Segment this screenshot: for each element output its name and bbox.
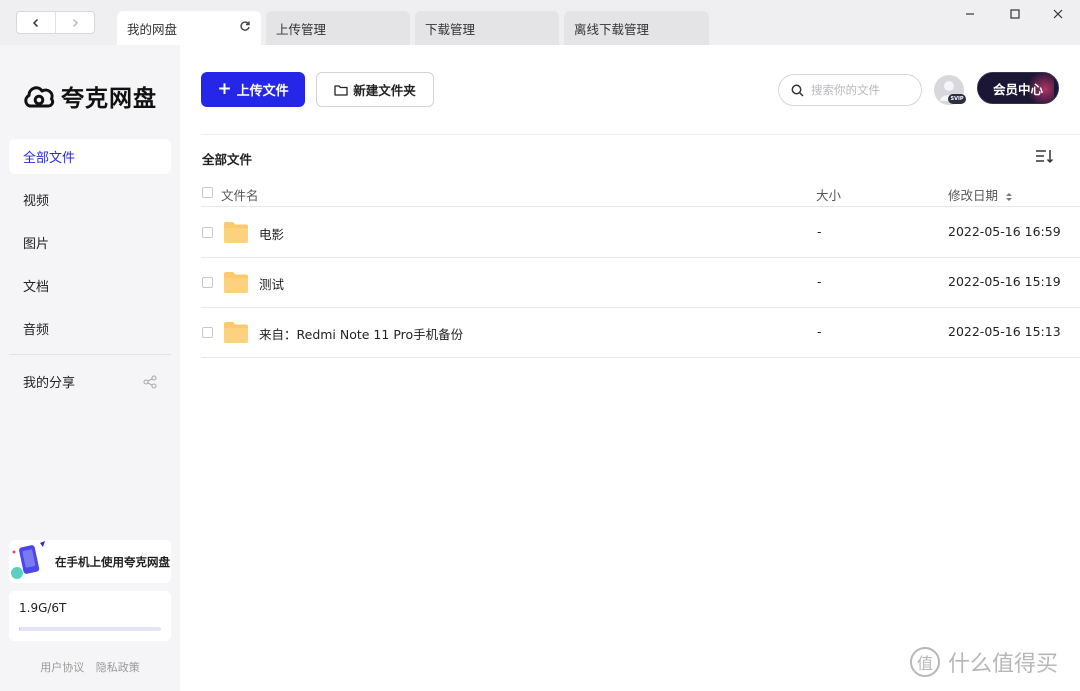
- minimize-button[interactable]: [956, 4, 984, 24]
- close-icon: [1053, 9, 1063, 19]
- sidebar-item-images[interactable]: 图片: [9, 225, 171, 260]
- file-name[interactable]: 电影: [259, 224, 284, 243]
- file-date: 2022-05-16 15:19: [948, 274, 1061, 289]
- maximize-button[interactable]: [1001, 4, 1029, 24]
- column-date-header[interactable]: 修改日期: [948, 185, 1013, 204]
- search-icon: [791, 84, 804, 97]
- folder-outline-icon: [334, 84, 348, 96]
- refresh-icon[interactable]: [239, 20, 251, 32]
- upload-label: 上传文件: [236, 84, 289, 99]
- file-name[interactable]: 来自：Redmi Note 11 Pro手机备份: [259, 324, 463, 343]
- sort-toggle-icon: [1006, 192, 1012, 201]
- upload-file-button[interactable]: + 上传文件: [201, 72, 305, 107]
- tab-upload-manager[interactable]: 上传管理: [266, 11, 410, 45]
- storage-usage[interactable]: 1.9G/6T: [9, 591, 171, 641]
- table-header: 文件名 大小 修改日期: [201, 178, 1080, 207]
- new-folder-label: 新建文件夹: [353, 83, 416, 98]
- member-center-button[interactable]: 会员中心: [977, 72, 1059, 104]
- avatar[interactable]: SVIP: [934, 75, 966, 105]
- svip-badge: SVIP: [948, 94, 966, 104]
- maximize-icon: [1010, 9, 1020, 19]
- sidebar-item-videos[interactable]: 视频: [9, 182, 171, 217]
- tab-label: 上传管理: [276, 21, 327, 37]
- file-date: 2022-05-16 15:13: [948, 324, 1061, 339]
- tab-download-manager[interactable]: 下载管理: [415, 11, 559, 45]
- folder-icon: [224, 222, 248, 243]
- close-button[interactable]: [1044, 4, 1072, 24]
- storage-progress-fill: [19, 627, 21, 631]
- row-checkbox[interactable]: [202, 327, 213, 338]
- row-checkbox[interactable]: [202, 227, 213, 238]
- privacy-policy-link[interactable]: 隐私政策: [96, 661, 140, 674]
- promo-text: 在手机上使用夸克网盘: [55, 554, 170, 569]
- breadcrumb: 全部文件: [202, 152, 253, 167]
- sidebar-item-label: 我的分享: [23, 376, 76, 391]
- brand-name: 夸克网盘: [61, 86, 157, 112]
- sidebar: 夸克网盘 全部文件 视频 图片 文档 音频 我的分享 在手机上使用夸克网盘 1.…: [0, 45, 180, 691]
- sidebar-item-audio[interactable]: 音频: [9, 311, 171, 346]
- mobile-app-promo[interactable]: 在手机上使用夸克网盘: [9, 540, 171, 583]
- tab-offline-download-manager[interactable]: 离线下载管理: [564, 11, 709, 45]
- forward-button[interactable]: [55, 12, 94, 33]
- tab-label: 我的网盘: [127, 21, 178, 37]
- sidebar-item-label: 全部文件: [23, 151, 76, 166]
- back-button[interactable]: [17, 12, 55, 33]
- storage-text: 1.9G/6T: [19, 601, 67, 615]
- column-size-header[interactable]: 大小: [816, 185, 841, 204]
- sidebar-item-my-shares[interactable]: 我的分享: [9, 364, 171, 399]
- file-size: -: [817, 274, 822, 289]
- table-row[interactable]: 来自：Redmi Note 11 Pro手机备份 - 2022-05-16 15…: [201, 307, 1080, 358]
- title-bar: 我的网盘 上传管理 下载管理 离线下载管理: [0, 0, 1080, 45]
- sort-icon[interactable]: [1034, 147, 1054, 165]
- cloud-logo-icon: [24, 86, 55, 108]
- column-date-label: 修改日期: [948, 188, 999, 203]
- file-size: -: [817, 224, 822, 239]
- search-input[interactable]: [811, 83, 911, 97]
- history-nav: [16, 11, 95, 34]
- minimize-icon: [966, 13, 974, 15]
- share-icon: [143, 375, 157, 389]
- sidebar-item-label: 音频: [23, 323, 50, 338]
- file-date: 2022-05-16 16:59: [948, 224, 1061, 239]
- sidebar-item-documents[interactable]: 文档: [9, 268, 171, 303]
- column-name-header[interactable]: 文件名: [221, 185, 259, 204]
- plus-icon: +: [217, 79, 232, 99]
- file-name[interactable]: 测试: [259, 274, 284, 293]
- search-box[interactable]: [778, 74, 922, 106]
- sidebar-item-all-files[interactable]: 全部文件: [9, 139, 171, 174]
- watermark-logo: 值: [910, 647, 940, 677]
- tab-my-drive[interactable]: 我的网盘: [117, 11, 261, 45]
- sidebar-item-label: 视频: [23, 194, 50, 209]
- chevron-right-icon: [72, 18, 79, 27]
- storage-progress-bar: [19, 627, 161, 631]
- phone-icon: [11, 541, 45, 579]
- row-checkbox[interactable]: [202, 277, 213, 288]
- folder-icon: [224, 272, 248, 293]
- watermark: 值 什么值得买: [910, 646, 1058, 678]
- toolbar-divider: [201, 134, 1080, 135]
- brand-logo: 夸克网盘: [23, 79, 157, 113]
- member-label: 会员中心: [992, 81, 1043, 97]
- table-row[interactable]: 测试 - 2022-05-16 15:19: [201, 257, 1080, 308]
- table-row[interactable]: 电影 - 2022-05-16 16:59: [201, 207, 1080, 258]
- chevron-left-icon: [32, 18, 39, 27]
- tab-label: 下载管理: [425, 21, 476, 37]
- user-agreement-link[interactable]: 用户协议: [40, 661, 84, 674]
- new-folder-button[interactable]: 新建文件夹: [316, 72, 434, 107]
- footer-links: 用户协议 隐私政策: [0, 659, 180, 675]
- tab-label: 离线下载管理: [574, 21, 650, 37]
- select-all-checkbox[interactable]: [202, 187, 213, 198]
- sidebar-divider: [9, 354, 171, 355]
- folder-icon: [224, 322, 248, 343]
- sidebar-item-label: 文档: [23, 280, 50, 295]
- sidebar-item-label: 图片: [23, 237, 50, 252]
- watermark-text: 什么值得买: [948, 652, 1059, 677]
- file-size: -: [817, 324, 822, 339]
